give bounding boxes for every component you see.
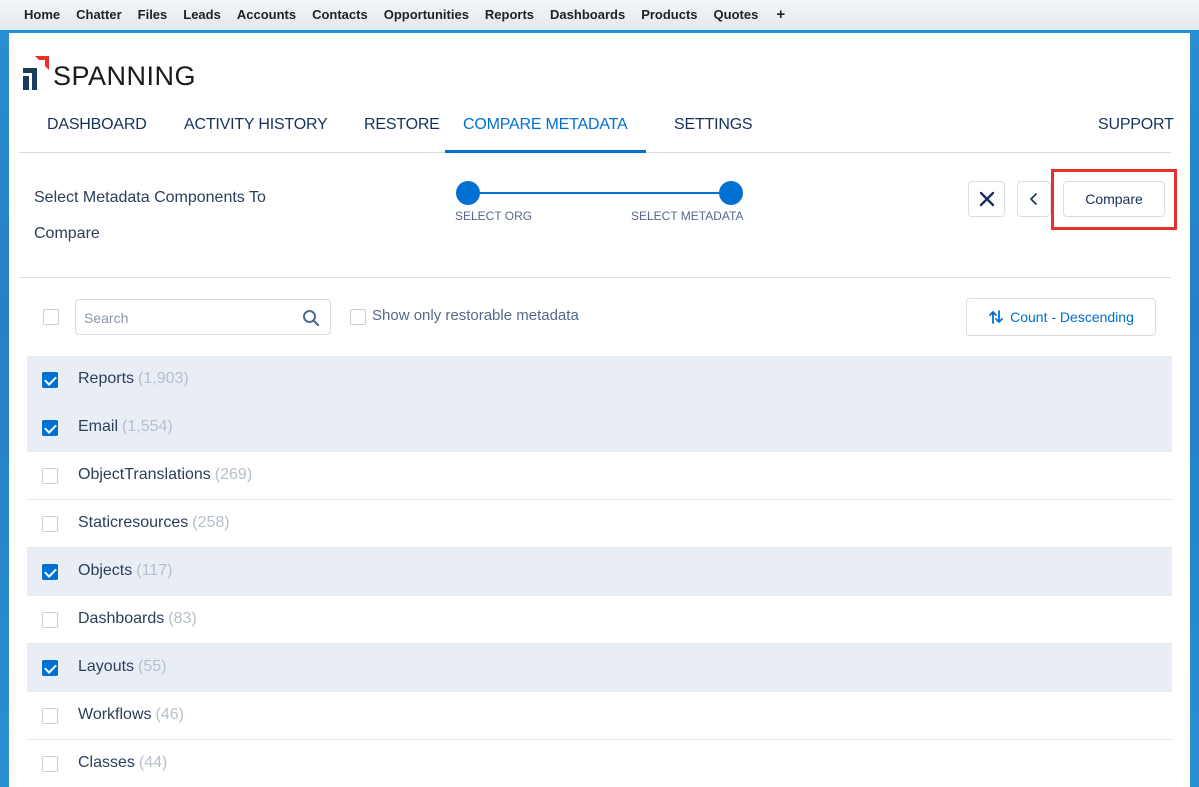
section-divider [19, 277, 1171, 278]
brand-name: SPANNING [53, 60, 197, 91]
progress-label-select-org: SELECT ORG [455, 209, 533, 223]
sf-tab-home[interactable]: Home [16, 0, 68, 30]
list-item[interactable]: Reports (1,903) [27, 356, 1172, 404]
restorable-only-label[interactable]: Show only restorable metadata [372, 307, 579, 324]
item-checkbox[interactable] [42, 660, 58, 676]
sf-tab-quotes[interactable]: Quotes [706, 0, 767, 30]
list-item[interactable]: Layouts (55) [27, 644, 1172, 692]
item-name: Reports [78, 370, 135, 387]
item-checkbox[interactable] [42, 468, 58, 484]
list-item[interactable]: Objects (117) [27, 548, 1172, 596]
item-name: ObjectTranslations [78, 466, 211, 483]
close-button[interactable] [968, 181, 1005, 217]
nav-settings[interactable]: SETTINGS [656, 103, 770, 153]
restorable-only-checkbox[interactable] [350, 309, 366, 325]
sf-tab-files[interactable]: Files [130, 0, 176, 30]
spanning-logo: SPANNING [21, 53, 196, 93]
item-count: (258) [192, 514, 230, 531]
nav-restore[interactable]: RESTORE [346, 103, 458, 153]
item-count: (117) [136, 562, 173, 579]
sf-tab-dashboards[interactable]: Dashboards [542, 0, 633, 30]
add-tab-button[interactable]: + [766, 0, 795, 30]
list-item[interactable]: Classes (44) [27, 740, 1172, 787]
app-navigation: DASHBOARD ACTIVITY HISTORY RESTORE COMPA… [19, 103, 1174, 153]
item-count: (1,554) [122, 418, 173, 435]
main-panel: SPANNING DASHBOARD ACTIVITY HISTORY REST… [9, 33, 1190, 787]
list-item[interactable]: Staticresources (258) [27, 500, 1172, 548]
compare-highlight-box [1051, 169, 1177, 230]
back-button[interactable] [1017, 181, 1051, 217]
item-count: (83) [168, 610, 197, 627]
progress-indicator: SELECT ORG SELECT METADATA [449, 181, 769, 231]
nav-support[interactable]: SUPPORT [1080, 103, 1192, 153]
item-count: (269) [214, 466, 253, 483]
sf-tab-leads[interactable]: Leads [175, 0, 229, 30]
item-name: Email [78, 418, 119, 435]
list-item[interactable]: ObjectTranslations (269) [27, 452, 1172, 500]
search-icon[interactable] [302, 309, 320, 327]
item-name: Workflows [78, 706, 152, 723]
item-count: (55) [138, 658, 167, 675]
nav-activity-history[interactable]: ACTIVITY HISTORY [166, 103, 346, 153]
chevron-left-icon [1030, 193, 1037, 205]
search-input[interactable] [84, 308, 294, 328]
item-name: Dashboards [78, 610, 165, 627]
sf-tab-chatter[interactable]: Chatter [68, 0, 130, 30]
select-all-checkbox[interactable] [43, 309, 59, 325]
sort-button[interactable]: Count - Descending [966, 298, 1156, 336]
list-item[interactable]: Dashboards (83) [27, 596, 1172, 644]
item-checkbox[interactable] [42, 708, 58, 724]
sf-tab-contacts[interactable]: Contacts [304, 0, 376, 30]
item-checkbox[interactable] [42, 756, 58, 772]
item-checkbox[interactable] [42, 564, 58, 580]
item-name: Staticresources [78, 514, 189, 531]
progress-label-select-metadata: SELECT METADATA [631, 209, 744, 223]
item-checkbox[interactable] [42, 420, 58, 436]
sf-tab-accounts[interactable]: Accounts [229, 0, 304, 30]
salesforce-tab-bar: Home Chatter Files Leads Accounts Contac… [0, 0, 1199, 33]
close-icon [979, 191, 994, 207]
list-item[interactable]: Workflows (46) [27, 692, 1172, 740]
sort-label: Count - Descending [1010, 309, 1134, 325]
sf-tab-opportunities[interactable]: Opportunities [376, 0, 477, 30]
item-count: (44) [138, 754, 168, 771]
item-name: Layouts [78, 658, 135, 675]
item-count: (1,903) [138, 370, 189, 387]
progress-step-select-metadata [719, 181, 743, 205]
sf-tab-reports[interactable]: Reports [477, 0, 542, 30]
item-checkbox[interactable] [42, 612, 58, 628]
progress-line [469, 192, 731, 194]
item-name: Classes [78, 754, 135, 771]
item-checkbox[interactable] [42, 516, 58, 532]
spanning-logo-icon [23, 56, 49, 90]
item-checkbox[interactable] [42, 372, 58, 388]
metadata-list: Reports (1,903) Email (1,554) ObjectTransl… [27, 356, 1172, 787]
progress-step-select-org [456, 181, 480, 205]
sort-icon [989, 310, 1004, 324]
nav-compare-metadata[interactable]: COMPARE METADATA [445, 103, 646, 153]
nav-dashboard[interactable]: DASHBOARD [29, 103, 165, 153]
search-field[interactable] [75, 299, 331, 335]
item-name: Objects [78, 562, 133, 579]
sf-tab-products[interactable]: Products [633, 0, 705, 30]
step-title: Select Metadata Components To Compare [34, 189, 266, 242]
item-count: (46) [155, 706, 184, 723]
list-item[interactable]: Email (1,554) [27, 404, 1172, 452]
